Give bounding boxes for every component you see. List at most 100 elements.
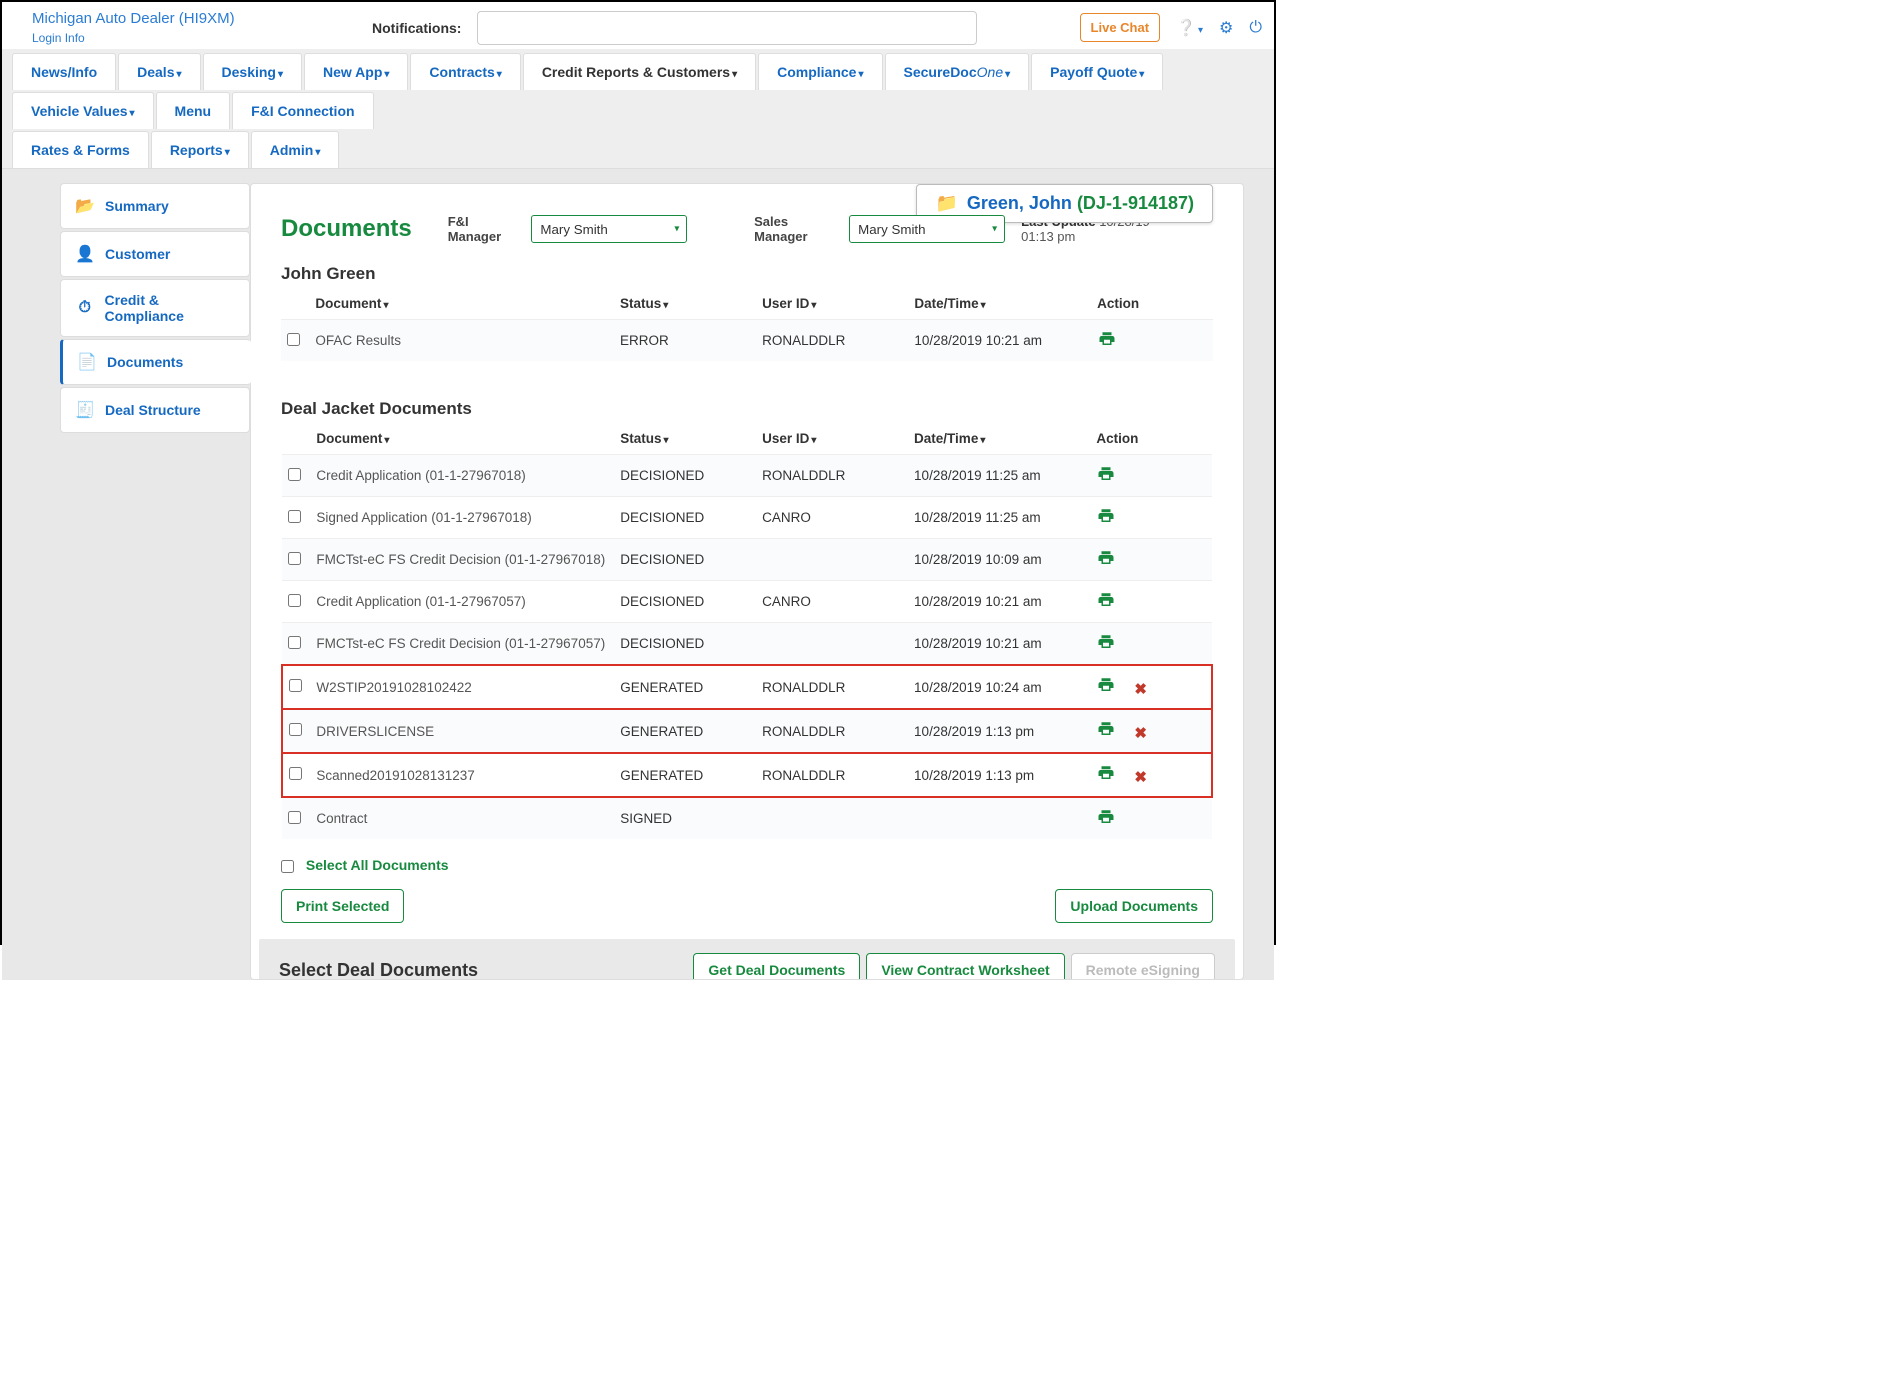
print-icon[interactable]	[1096, 465, 1116, 483]
doc-status: SIGNED	[614, 797, 756, 839]
doc-date: 10/28/2019 10:21 am	[908, 320, 1091, 362]
nav-new-app[interactable]: New App▾	[304, 53, 408, 90]
live-chat-button[interactable]: Live Chat	[1080, 13, 1161, 42]
doc-status: DECISIONED	[614, 497, 756, 539]
caret-down-icon: ▾	[732, 69, 737, 80]
doc-user	[756, 539, 908, 581]
row-checkbox[interactable]	[289, 723, 302, 736]
col-date[interactable]: Date/Time▾	[908, 288, 1091, 320]
fi-manager-label: F&I Manager	[448, 214, 516, 244]
main-content: 📁 Green, John (DJ-1-914187) Documents F&…	[250, 183, 1244, 980]
nav-payoff-quote[interactable]: Payoff Quote▾	[1031, 53, 1163, 90]
row-checkbox[interactable]	[288, 811, 301, 824]
nav-contracts[interactable]: Contracts▾	[410, 53, 520, 90]
login-info-link[interactable]: Login Info	[32, 31, 292, 45]
nav-desking[interactable]: Desking▾	[203, 53, 303, 90]
customer-id: (DJ-1-914187)	[1077, 193, 1194, 213]
folder-icon: 📁	[935, 193, 957, 213]
row-checkbox[interactable]	[289, 767, 302, 780]
nav-admin[interactable]: Admin▾	[251, 131, 340, 168]
dealer-name-link[interactable]: Michigan Auto Dealer (HI9XM)	[32, 10, 292, 27]
print-selected-button[interactable]: Print Selected	[281, 889, 404, 923]
customer-name: Green, John	[967, 193, 1072, 213]
print-icon[interactable]	[1096, 549, 1116, 567]
doc-user: CANRO	[756, 581, 908, 623]
select-all-label[interactable]: Select All Documents	[306, 857, 449, 873]
nav-reports[interactable]: Reports▾	[151, 131, 249, 168]
doc-date: 10/28/2019 11:25 am	[908, 497, 1090, 539]
dealer-block: Michigan Auto Dealer (HI9XM) Login Info	[32, 10, 292, 45]
print-icon[interactable]	[1096, 633, 1116, 651]
nav-deals[interactable]: Deals▾	[118, 53, 200, 90]
sidebar-item-documents[interactable]: 📄Documents	[60, 339, 251, 385]
get-deal-documents-button[interactable]: Get Deal Documents	[693, 953, 860, 980]
sidebar-item-credit-compliance[interactable]: ⏱Credit & Compliance	[60, 279, 250, 337]
select-all-checkbox[interactable]	[281, 860, 294, 873]
doc-name: Scanned20191028131237	[310, 753, 614, 797]
print-icon[interactable]	[1097, 330, 1117, 348]
doc-status: GENERATED	[614, 709, 756, 753]
sidebar-item-summary[interactable]: 📂Summary	[60, 183, 250, 229]
row-checkbox[interactable]	[288, 510, 301, 523]
row-checkbox[interactable]	[289, 679, 302, 692]
row-checkbox[interactable]	[288, 468, 301, 481]
doc-user: RONALDDLR	[756, 665, 908, 709]
notifications-input[interactable]	[477, 11, 977, 45]
col-status[interactable]: Status▾	[614, 288, 756, 320]
print-icon[interactable]	[1096, 507, 1116, 525]
help-icon[interactable]: ❔▾	[1176, 18, 1203, 38]
row-checkbox[interactable]	[288, 636, 301, 649]
doc-user: RONALDDLR	[756, 455, 908, 497]
col-action: Action	[1090, 423, 1212, 455]
row-checkbox[interactable]	[288, 552, 301, 565]
print-icon[interactable]	[1096, 764, 1116, 782]
print-icon[interactable]	[1096, 720, 1116, 738]
top-bar: Michigan Auto Dealer (HI9XM) Login Info …	[2, 2, 1274, 49]
view-contract-worksheet-button[interactable]: View Contract Worksheet	[866, 953, 1064, 980]
print-icon[interactable]	[1096, 808, 1116, 826]
nav-securedoc[interactable]: SecureDocOne▾	[885, 53, 1030, 90]
nav-credit-reports-customers[interactable]: Credit Reports & Customers▾	[523, 53, 756, 90]
delete-icon[interactable]: ✖	[1134, 725, 1147, 742]
row-checkbox[interactable]	[287, 333, 300, 346]
sidebar-item-customer[interactable]: 👤Customer	[60, 231, 250, 277]
nav-rates-forms[interactable]: Rates & Forms	[12, 131, 149, 168]
delete-icon[interactable]: ✖	[1134, 769, 1147, 786]
nav-vehicle-values[interactable]: Vehicle Values▾	[12, 92, 154, 129]
col-user[interactable]: User ID▾	[756, 423, 908, 455]
print-icon[interactable]	[1096, 676, 1116, 694]
col-date[interactable]: Date/Time▾	[908, 423, 1090, 455]
power-icon[interactable]: ⏻	[1249, 19, 1262, 37]
doc-name: FMCTst-eC FS Credit Decision (01-1-27967…	[310, 623, 614, 666]
fi-manager-select[interactable]: Mary Smith	[531, 215, 687, 243]
nav-news-info[interactable]: News/Info	[12, 53, 116, 90]
col-document[interactable]: Document▾	[309, 288, 614, 320]
gear-icon[interactable]: ⚙	[1219, 18, 1233, 38]
col-user[interactable]: User ID▾	[756, 288, 908, 320]
table-row: Credit Application (01-1-27967018)DECISI…	[282, 455, 1212, 497]
doc-user	[756, 623, 908, 666]
doc-name: Credit Application (01-1-27967057)	[310, 581, 614, 623]
nav-f-i-connection[interactable]: F&I Connection	[232, 92, 373, 129]
col-status[interactable]: Status▾	[614, 423, 756, 455]
nav-compliance[interactable]: Compliance▾	[758, 53, 882, 90]
sales-manager-select[interactable]: Mary Smith	[849, 215, 1005, 243]
col-document[interactable]: Document▾	[310, 423, 614, 455]
table-row: Signed Application (01-1-27967018)DECISI…	[282, 497, 1212, 539]
doc-date: 10/28/2019 1:13 pm	[908, 753, 1090, 797]
sidebar: 📂Summary👤Customer⏱Credit & Compliance📄Do…	[60, 183, 250, 980]
nav-menu[interactable]: Menu	[156, 92, 231, 129]
caret-down-icon: ▾	[858, 69, 863, 80]
doc-name: Credit Application (01-1-27967018)	[310, 455, 614, 497]
print-icon[interactable]	[1096, 591, 1116, 609]
doc-status: DECISIONED	[614, 455, 756, 497]
table-row: W2STIP20191028102422GENERATEDRONALDDLR10…	[282, 665, 1212, 709]
deal-jacket-table: Document▾ Status▾ User ID▾ Date/Time▾ Ac…	[281, 423, 1213, 839]
sidebar-item-deal-structure[interactable]: 🧾Deal Structure	[60, 387, 250, 433]
upload-documents-button[interactable]: Upload Documents	[1055, 889, 1213, 923]
caret-down-icon: ▾	[130, 108, 135, 119]
row-checkbox[interactable]	[288, 594, 301, 607]
doc-date: 10/28/2019 1:13 pm	[908, 709, 1090, 753]
doc-date: 10/28/2019 10:21 am	[908, 623, 1090, 666]
delete-icon[interactable]: ✖	[1134, 681, 1147, 698]
